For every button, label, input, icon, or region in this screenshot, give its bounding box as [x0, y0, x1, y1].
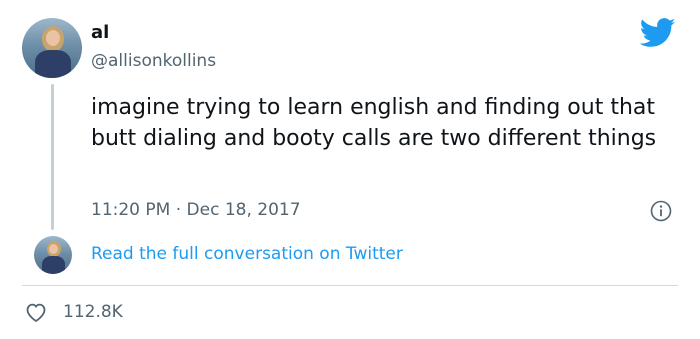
avatar-body [35, 50, 71, 78]
like-count: 112.8K [63, 302, 123, 322]
avatar[interactable] [22, 18, 82, 78]
thread-line [51, 84, 54, 230]
avatar-body [42, 256, 65, 274]
info-icon[interactable] [650, 200, 672, 222]
read-conversation-link[interactable]: Read the full conversation on Twitter [91, 244, 403, 264]
avatar-face [46, 30, 60, 46]
heart-icon[interactable] [24, 301, 48, 323]
divider [22, 285, 678, 286]
tweet-timestamp[interactable]: 11:20 PM · Dec 18, 2017 [91, 200, 301, 220]
avatar-face [49, 244, 58, 254]
display-name[interactable]: al [91, 22, 109, 44]
user-handle[interactable]: @allisonkollins [91, 51, 216, 71]
reply-avatar[interactable] [34, 236, 72, 274]
tweet-text: imagine trying to learn english and find… [91, 95, 657, 151]
twitter-bird-icon[interactable] [640, 18, 676, 48]
